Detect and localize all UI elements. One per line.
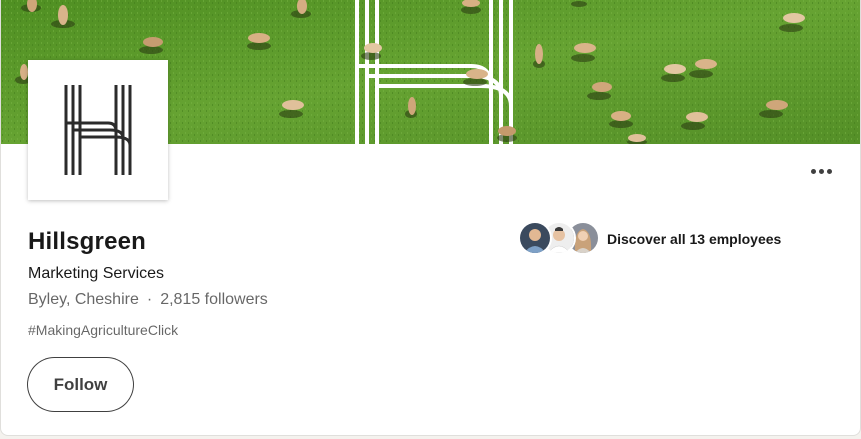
company-name: Hillsgreen [28, 228, 147, 255]
follow-button[interactable]: Follow [27, 357, 134, 412]
company-logo[interactable] [28, 60, 168, 200]
discover-employees-link[interactable]: Discover all 13 employees [518, 221, 781, 257]
company-industry: Marketing Services [28, 265, 165, 282]
ellipsis-icon [818, 168, 824, 174]
employee-avatars [518, 221, 600, 257]
company-profile-card: Hillsgreen Marketing Services Byley, Che… [0, 0, 861, 436]
follower-count[interactable]: 2,815 followers [160, 291, 268, 309]
ellipsis-icon [826, 168, 832, 174]
ellipsis-icon [810, 168, 816, 174]
more-options-button[interactable] [801, 155, 841, 187]
hillsgreen-logo-icon [64, 85, 132, 175]
company-location: Byley, Cheshire [28, 291, 139, 308]
avatar [518, 221, 552, 255]
meta-separator: · [146, 291, 153, 308]
company-meta: Byley, Cheshire · 2,815 followers [28, 291, 268, 309]
discover-employees-label[interactable]: Discover all 13 employees [607, 231, 781, 247]
company-hashtag[interactable]: #MakingAgricultureClick [28, 322, 178, 338]
